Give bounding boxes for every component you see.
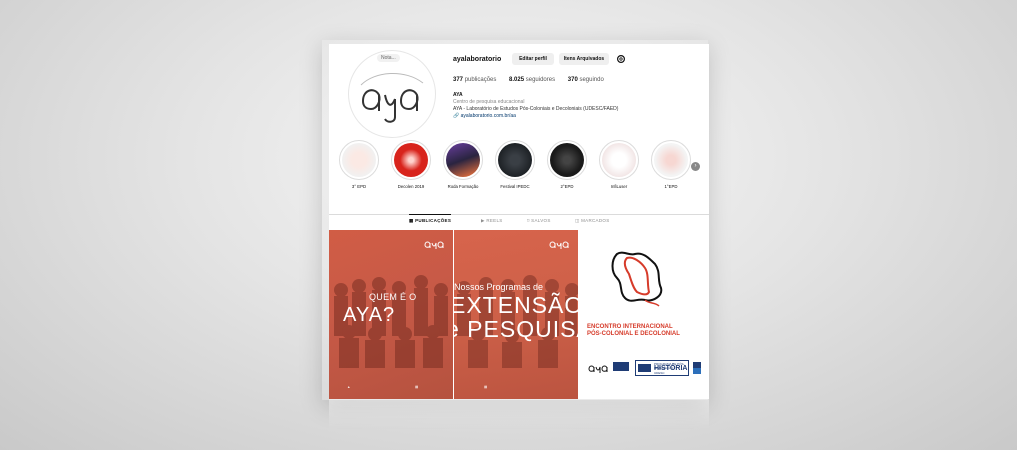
- post-tile[interactable]: QUEM É O AYA? ▲ ▦: [329, 230, 453, 399]
- tab-salvos[interactable]: ⌑ SALVOS: [527, 218, 551, 224]
- bio-link[interactable]: 🔗 ayalaboratorio.com.br/aa: [453, 113, 693, 120]
- post-caption-line1: QUEM É O: [369, 292, 417, 302]
- highlight-roda-icon: [446, 143, 480, 177]
- aya-logo-icon: [588, 365, 608, 373]
- highlight-festival-icon: [498, 143, 532, 177]
- bio-category: Centro de pesquisa educacional: [453, 99, 525, 105]
- post-tile[interactable]: Nossos Programas de EXTENSÃO e PESQUISA …: [454, 230, 578, 399]
- profile-tabs: ▦ PUBLICAÇÕES ▶ REELS ⌑ SALVOS ◫ MARCADO…: [329, 214, 709, 228]
- post-caption-line2: AYA?: [343, 304, 396, 326]
- posts-stat[interactable]: 377 publicações: [453, 77, 496, 83]
- highlight-label: 2°EPD: [560, 184, 574, 189]
- highlight-label: Decolen 2019: [397, 184, 425, 189]
- archived-items-button[interactable]: Itens Arquivados: [559, 53, 609, 65]
- followers-label: seguidores: [525, 77, 556, 83]
- highlight-item[interactable]: InfiLuser: [595, 140, 643, 189]
- highlight-item[interactable]: Festival IPEDC: [491, 140, 539, 189]
- highlight-ring: [599, 140, 639, 180]
- post-caption-line2: EXTENSÃO: [454, 292, 578, 318]
- profile-bio: AYA Centro de pesquisa educacional AYA -…: [453, 92, 693, 120]
- posts-grid: QUEM É O AYA? ▲ ▦ Nossos Programas de EX…: [329, 230, 709, 399]
- history-program-logo: PROGRAMA DE PÓS-GRADUAÇÃO HISTÓRIA UDESC: [635, 360, 689, 376]
- story-highlights: 3° EPD Decolen 2019 Roda Formação Festiv…: [335, 140, 709, 189]
- highlight-label: Roda Formação: [447, 184, 479, 189]
- tab-marcados[interactable]: ◫ MARCADOS: [575, 218, 610, 224]
- aya-logo-icon: [360, 72, 424, 123]
- highlight-ring: [651, 140, 691, 180]
- sponsor-flag-icon: [693, 362, 701, 374]
- profile-avatar[interactable]: Nota...: [348, 50, 436, 138]
- tab-publicacoes[interactable]: ▦ PUBLICAÇÕES: [409, 214, 452, 224]
- highlight-item[interactable]: Roda Formação: [439, 140, 487, 189]
- highlight-item[interactable]: 3° EPD: [335, 140, 383, 189]
- highlight-2-epd-icon: [550, 143, 584, 177]
- highlight-1-epd-icon: [654, 143, 688, 177]
- post-event-title-line2: PÓS-COLONIAL E DECOLONIAL: [587, 331, 680, 337]
- tab-label: REELS: [486, 218, 503, 223]
- bio-description: AYA - Laboratório de Estudos Pós-Colonia…: [453, 106, 619, 112]
- university-logo-icon: [613, 362, 629, 371]
- post-logo-mark: ▲: [347, 385, 351, 389]
- bio-name: AYA: [453, 92, 463, 98]
- posts-label: publicações: [464, 77, 497, 83]
- settings-gear-icon[interactable]: [615, 53, 627, 65]
- tab-label: MARCADOS: [581, 218, 610, 223]
- aya-logo-icon: [424, 241, 444, 249]
- tab-reels[interactable]: ▶ REELS: [481, 218, 503, 224]
- highlights-next-arrow-icon[interactable]: ›: [691, 162, 700, 171]
- highlight-3-epd-icon: [342, 143, 376, 177]
- highlight-label: InfiLuser: [610, 184, 628, 189]
- followers-count: 8.025: [509, 77, 525, 83]
- note-pill[interactable]: Nota...: [377, 54, 400, 62]
- bio-link-text[interactable]: ayalaboratorio.com.br/aa: [461, 113, 516, 119]
- highlight-ring: [339, 140, 379, 180]
- history-logo-box-icon: [638, 364, 651, 372]
- highlight-ring: [495, 140, 535, 180]
- highlight-label: 1°EPD: [664, 184, 678, 189]
- highlight-item[interactable]: 2°EPD: [543, 140, 591, 189]
- post-logo-mark: ▦: [484, 385, 488, 389]
- following-stat[interactable]: 370 seguindo: [568, 77, 604, 83]
- tab-label: PUBLICAÇÕES: [415, 218, 452, 223]
- continent-map-logo-icon: [611, 251, 663, 307]
- tab-label: SALVOS: [531, 218, 551, 223]
- following-count: 370: [567, 77, 578, 83]
- card-reflection: [329, 399, 709, 429]
- history-logo-bottom-text: UDESC: [654, 371, 665, 375]
- post-tile[interactable]: ENCONTRO INTERNACIONAL PÓS-COLONIAL E DE…: [579, 230, 709, 399]
- post-event-title-line1: ENCONTRO INTERNACIONAL: [587, 324, 673, 330]
- edit-profile-button[interactable]: Editar perfil: [512, 53, 554, 65]
- highlight-infiluser-icon: [602, 143, 636, 177]
- highlight-ring: [391, 140, 431, 180]
- aya-logo-icon: [549, 241, 569, 249]
- link-icon: 🔗: [453, 113, 461, 119]
- highlight-label: 3° EPD: [351, 184, 367, 189]
- highlight-item[interactable]: 1°EPD: [647, 140, 695, 189]
- post-caption-line1: Nossos Programas de: [454, 282, 544, 292]
- profile-stats: 377 publicações 8.025 seguidores 370 seg…: [453, 77, 615, 83]
- highlight-ring: [443, 140, 483, 180]
- highlight-ring: [547, 140, 587, 180]
- highlight-decolen-icon: [394, 143, 428, 177]
- highlight-label: Festival IPEDC: [500, 184, 530, 189]
- posts-count: 377: [453, 77, 464, 83]
- post-logo-mark: ▦: [415, 385, 419, 389]
- tabs-divider: [329, 214, 709, 215]
- profile-username: ayalaboratorio: [453, 56, 502, 63]
- highlight-item[interactable]: Decolen 2019: [387, 140, 435, 189]
- post-caption-line3: e PESQUISA: [454, 316, 578, 342]
- following-label: seguindo: [579, 77, 604, 83]
- instagram-profile-card: Nota... ayalaboratorio Editar perfil Ite…: [329, 44, 709, 399]
- followers-stat[interactable]: 8.025 seguidores: [509, 77, 555, 83]
